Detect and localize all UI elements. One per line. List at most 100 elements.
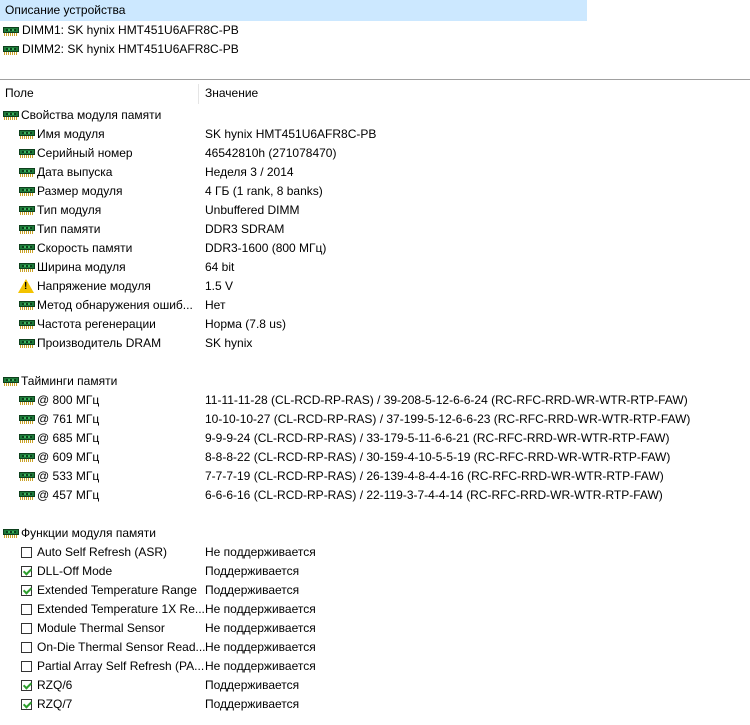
field-label: Module Thermal Sensor <box>37 621 165 635</box>
panel-splitter[interactable] <box>0 79 750 80</box>
field-value: 9-9-9-24 (CL-RCD-RP-RAS) / 33-179-5-11-6… <box>205 431 670 445</box>
list-item[interactable]: Тип модуля Unbuffered DIMM <box>0 201 750 220</box>
field-label: RZQ/6 <box>37 678 73 692</box>
list-item[interactable]: Дата выпуска Неделя 3 / 2014 <box>0 163 750 182</box>
list-item[interactable]: @ 685 МГц 9-9-9-24 (CL-RCD-RP-RAS) / 33-1… <box>0 429 750 448</box>
ram-module-icon <box>19 338 35 348</box>
column-header-value[interactable]: Значение <box>205 84 258 103</box>
list-item[interactable]: Метод обнаружения ошиб... Нет <box>0 296 750 315</box>
list-item[interactable]: Ширина модуля 64 bit <box>0 258 750 277</box>
field-value: Нет <box>205 298 226 312</box>
warning-icon <box>18 279 34 293</box>
checked-checkbox-icon <box>21 680 32 691</box>
ram-module-icon <box>19 205 35 215</box>
section-title: Свойства модуля памяти <box>21 108 162 122</box>
unchecked-checkbox-icon <box>21 642 32 653</box>
field-label: Скорость памяти <box>37 241 133 255</box>
list-item[interactable]: @ 533 МГц 7-7-7-19 (CL-RCD-RP-RAS) / 26-1… <box>0 467 750 486</box>
ram-module-icon <box>19 243 35 253</box>
ram-module-icon <box>19 167 35 177</box>
field-label: Partial Array Self Refresh (PA... <box>37 659 205 673</box>
field-label: Дата выпуска <box>37 165 113 179</box>
list-item[interactable]: On-Die Thermal Sensor Read... Не поддержи… <box>0 638 750 657</box>
device-item-dimm2[interactable]: DIMM2: SK hynix HMT451U6AFR8C-PB <box>3 40 239 59</box>
field-value: DDR3 SDRAM <box>205 222 285 236</box>
ram-module-icon <box>19 262 35 272</box>
list-item[interactable]: Размер модуля 4 ГБ (1 rank, 8 banks) <box>0 182 750 201</box>
field-value: SK hynix <box>205 336 253 350</box>
field-value: Unbuffered DIMM <box>205 203 300 217</box>
field-value: Не поддерживается <box>205 640 316 654</box>
checked-checkbox-icon <box>21 585 32 596</box>
ram-module-icon <box>19 433 35 443</box>
field-label: Серийный номер <box>37 146 133 160</box>
list-item[interactable]: Скорость памяти DDR3-1600 (800 МГц) <box>0 239 750 258</box>
list-item[interactable]: @ 457 МГц 6-6-6-16 (CL-RCD-RP-RAS) / 22-1… <box>0 486 750 505</box>
field-label: Тип модуля <box>37 203 102 217</box>
field-value: Не поддерживается <box>205 545 316 559</box>
field-label: RZQ/7 <box>37 697 73 711</box>
column-header-field[interactable]: Поле <box>5 84 34 103</box>
field-label: @ 533 МГц <box>37 469 100 483</box>
list-item[interactable]: @ 761 МГц 10-10-10-27 (CL-RCD-RP-RAS) / 3… <box>0 410 750 429</box>
list-item[interactable]: @ 609 МГц 8-8-8-22 (CL-RCD-RP-RAS) / 30-1… <box>0 448 750 467</box>
section-header[interactable]: Тайминги памяти <box>0 372 750 391</box>
section-header[interactable]: Свойства модуля памяти <box>0 106 750 125</box>
section-header[interactable]: Функции модуля памяти <box>0 524 750 543</box>
field-value: Поддерживается <box>205 564 300 578</box>
field-value: Поддерживается <box>205 697 300 711</box>
field-label: @ 800 МГц <box>37 393 100 407</box>
field-label: Напряжение модуля <box>37 279 151 293</box>
list-item[interactable]: Имя модуля SK hynix HMT451U6AFR8C-PB <box>0 125 750 144</box>
field-value: 1.5 V <box>205 279 234 293</box>
list-item[interactable]: Напряжение модуля 1.5 V <box>0 277 750 296</box>
field-label: Метод обнаружения ошиб... <box>37 298 193 312</box>
checked-checkbox-icon <box>21 699 32 710</box>
ram-module-icon <box>19 224 35 234</box>
list-item[interactable]: RZQ/6 Поддерживается <box>0 676 750 695</box>
field-value: Не поддерживается <box>205 621 316 635</box>
field-value: Поддерживается <box>205 678 300 692</box>
field-value: Не поддерживается <box>205 602 316 616</box>
field-label: @ 761 МГц <box>37 412 100 426</box>
list-item[interactable]: RZQ/7 Поддерживается <box>0 695 750 714</box>
section-title: Функции модуля памяти <box>21 526 156 540</box>
field-value: 7-7-7-19 (CL-RCD-RP-RAS) / 26-139-4-8-4-… <box>205 469 664 483</box>
section-title: Тайминги памяти <box>21 374 118 388</box>
ram-module-icon <box>19 490 35 500</box>
field-label: Ширина модуля <box>37 260 126 274</box>
list-item[interactable]: @ 800 МГц 11-11-11-28 (CL-RCD-RP-RAS) / 3… <box>0 391 750 410</box>
field-value: 11-11-11-28 (CL-RCD-RP-RAS) / 39-208-5-1… <box>205 393 688 407</box>
device-item-dimm1[interactable]: DIMM1: SK hynix HMT451U6AFR8C-PB <box>3 21 239 40</box>
ram-module-icon <box>19 414 35 424</box>
field-label: @ 457 МГц <box>37 488 100 502</box>
list-item[interactable]: Partial Array Self Refresh (PA... Не подд… <box>0 657 750 676</box>
device-item-label: DIMM2: SK hynix HMT451U6AFR8C-PB <box>22 42 239 56</box>
list-item[interactable]: DLL-Off Mode Поддерживается <box>0 562 750 581</box>
list-item[interactable]: Производитель DRAM SK hynix <box>0 334 750 353</box>
list-item[interactable]: Частота регенерации Норма (7.8 us) <box>0 315 750 334</box>
ram-module-icon <box>19 471 35 481</box>
field-value: 46542810h (271078470) <box>205 146 337 160</box>
ram-module-icon <box>3 110 19 120</box>
list-item[interactable]: Extended Temperature Range Поддерживается <box>0 581 750 600</box>
field-label: Auto Self Refresh (ASR) <box>37 545 168 559</box>
field-label: Производитель DRAM <box>37 336 162 350</box>
ram-module-icon <box>19 395 35 405</box>
field-label: Имя модуля <box>37 127 105 141</box>
ram-module-icon <box>19 148 35 158</box>
list-item[interactable]: Auto Self Refresh (ASR) Не поддерживается <box>0 543 750 562</box>
unchecked-checkbox-icon <box>21 623 32 634</box>
list-item[interactable]: Module Thermal Sensor Не поддерживается <box>0 619 750 638</box>
field-label: Extended Temperature 1X Re... <box>37 602 205 616</box>
list-item[interactable]: Серийный номер 46542810h (271078470) <box>0 144 750 163</box>
list-item[interactable]: Тип памяти DDR3 SDRAM <box>0 220 750 239</box>
column-divider[interactable] <box>198 84 199 104</box>
ram-module-icon <box>19 319 35 329</box>
list-item[interactable]: Extended Temperature 1X Re... Не поддержи… <box>0 600 750 619</box>
ram-module-icon <box>19 452 35 462</box>
checked-checkbox-icon <box>21 566 32 577</box>
unchecked-checkbox-icon <box>21 547 32 558</box>
field-value: 8-8-8-22 (CL-RCD-RP-RAS) / 30-159-4-10-5… <box>205 450 671 464</box>
ram-module-icon <box>19 129 35 139</box>
